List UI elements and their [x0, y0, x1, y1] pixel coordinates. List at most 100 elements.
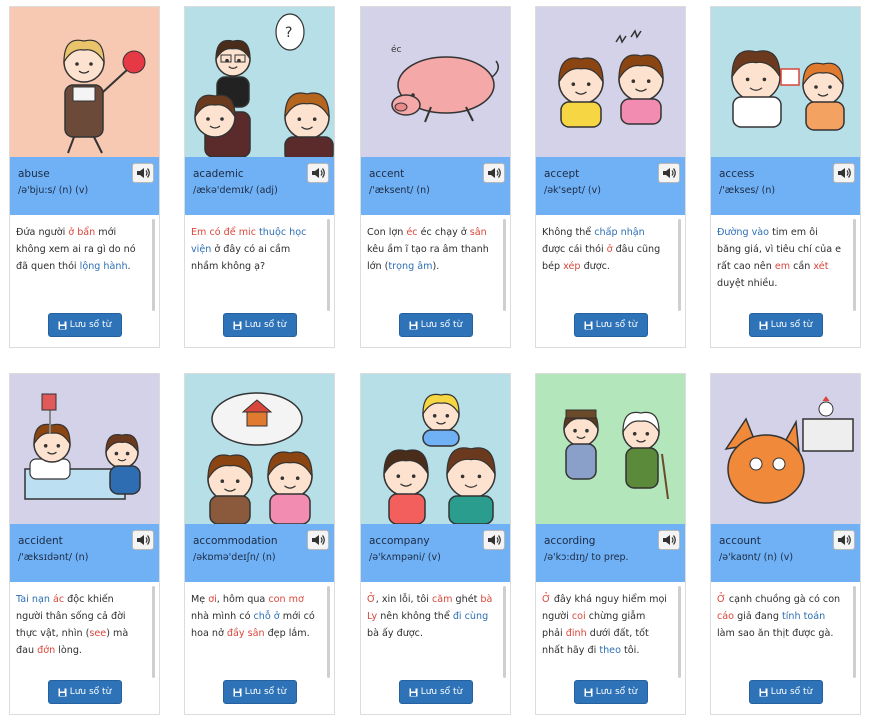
highlighted-word: see [89, 628, 107, 639]
highlighted-word: Em có để mic [191, 227, 256, 238]
save-word-button[interactable]: Lưu sổ từ [47, 313, 122, 337]
svg-text:éc: éc [391, 44, 402, 55]
play-audio-button[interactable] [132, 163, 154, 183]
highlighted-word: Ở [717, 594, 726, 605]
play-audio-button[interactable] [658, 530, 680, 550]
sentence-text: lòng. [55, 645, 82, 656]
example-scrollbar[interactable] [678, 586, 681, 678]
sentence-text: được cái thói [542, 244, 607, 255]
illustration-image [711, 374, 860, 524]
save-word-button[interactable]: Lưu sổ từ [573, 680, 648, 704]
vocab-card-account: account/ə'kaʊnt/ (n) (v) Ở cạnh chuồng gà… [710, 373, 861, 715]
play-audio-button[interactable] [658, 163, 680, 183]
save-word-button[interactable]: Lưu sổ từ [222, 680, 297, 704]
sentence-text: duyệt nhiều. [717, 278, 778, 289]
example-scrollbar[interactable] [853, 586, 856, 678]
highlighted-word: đớn [37, 645, 56, 656]
floppy-disk-icon [233, 688, 242, 696]
floppy-disk-icon [409, 688, 418, 696]
vocab-card-academic: ? academic/ækə'demɪk/ (adj) Em có để mic t… [184, 6, 335, 348]
highlighted-word: đầy sân [226, 628, 265, 639]
play-audio-button[interactable] [483, 163, 505, 183]
sentence-text: éc chạy ở [417, 227, 470, 238]
sentence-text: nhà mình có [191, 611, 254, 622]
floppy-disk-icon [58, 321, 67, 329]
highlighted-word: sân [469, 227, 487, 238]
play-audio-button[interactable] [132, 530, 154, 550]
play-audio-button[interactable] [307, 163, 329, 183]
sentence-text: nên không thể [377, 611, 453, 622]
save-button-label: Lưu sổ từ [244, 320, 287, 330]
highlighted-word: đi cùng [452, 611, 489, 622]
word-header: academic/ækə'demɪk/ (adj) [185, 157, 334, 215]
sentence-text: ghét [452, 594, 481, 605]
highlighted-word: coi [571, 611, 586, 622]
highlighted-word: éc [406, 227, 418, 238]
volume-up-icon [137, 535, 150, 545]
play-audio-button[interactable] [483, 530, 505, 550]
example-sentence: Mẹ ơi, hôm qua con mơ nhà mình có chỗ ở … [185, 582, 334, 682]
word-header: accommodation/əkɒmə'deɪʃn/ (n) [185, 524, 334, 582]
example-sentence: Đứa người ở bẩn mới không xem ai ra gì d… [10, 215, 159, 315]
illustration-image [10, 374, 159, 524]
floppy-disk-icon [759, 688, 768, 696]
highlighted-word: ác [52, 594, 65, 605]
example-scrollbar[interactable] [678, 219, 681, 311]
save-word-button[interactable]: Lưu sổ từ [748, 680, 823, 704]
sentence-text: , hôm qua [216, 594, 269, 605]
phonetic-text: /ækə'demɪk/ (adj) [193, 185, 278, 196]
sentence-text: bà ấy được. [367, 628, 423, 639]
example-sentence: Tai nạn ác độc khiến người thân sống cả … [10, 582, 159, 682]
vocab-card-accommodation: accommodation/əkɒmə'deɪʃn/ (n) Mẹ ơi, hôm… [184, 373, 335, 715]
illustration-image [536, 7, 685, 157]
example-scrollbar[interactable] [152, 219, 155, 311]
floppy-disk-icon [233, 321, 242, 329]
highlighted-word: tính toán [781, 611, 826, 622]
word-header: according/ə'kɔ:dɪŋ/ to prep. [536, 524, 685, 582]
example-scrollbar[interactable] [853, 219, 856, 311]
floppy-disk-icon [58, 688, 67, 696]
example-sentence: Em có để mic thuộc học viện ở đây có ai … [185, 215, 334, 315]
save-word-button[interactable]: Lưu sổ từ [748, 313, 823, 337]
example-scrollbar[interactable] [503, 586, 506, 678]
save-word-button[interactable]: Lưu sổ từ [398, 680, 473, 704]
example-scrollbar[interactable] [327, 219, 330, 311]
play-audio-button[interactable] [307, 530, 329, 550]
sentence-text: Đứa người [16, 227, 69, 238]
highlighted-word: chấp nhận [594, 227, 645, 238]
word-header: accompany/ə'kʌmpəni/ (v) [361, 524, 510, 582]
volume-up-icon [312, 535, 325, 545]
vocab-card-accept: accept/ək'sept/ (v) Không thể chấp nhận đ… [535, 6, 686, 348]
illustration-image [10, 7, 159, 157]
highlighted-word: căm [431, 594, 453, 605]
highlighted-word: Đường vào [717, 227, 770, 238]
example-scrollbar[interactable] [152, 586, 155, 678]
example-scrollbar[interactable] [327, 586, 330, 678]
play-audio-button[interactable] [833, 530, 855, 550]
phonetic-text: /'æksɪdənt/ (n) [18, 552, 89, 563]
volume-up-icon [838, 535, 851, 545]
phonetic-text: /'æksent/ (n) [369, 185, 430, 196]
highlighted-word: con mơ [268, 594, 304, 605]
word-header: accident/'æksɪdənt/ (n) [10, 524, 159, 582]
save-word-button[interactable]: Lưu sổ từ [222, 313, 297, 337]
play-audio-button[interactable] [833, 163, 855, 183]
save-word-button[interactable]: Lưu sổ từ [573, 313, 648, 337]
sentence-text: . [127, 261, 131, 272]
vocab-card-accent: éc accent/'æksent/ (n) Con lợn éc éc chạy … [360, 6, 511, 348]
save-button-label: Lưu sổ từ [770, 320, 813, 330]
example-scrollbar[interactable] [503, 219, 506, 311]
save-word-button[interactable]: Lưu sổ từ [398, 313, 473, 337]
save-word-button[interactable]: Lưu sổ từ [47, 680, 122, 704]
save-button-label: Lưu sổ từ [420, 320, 463, 330]
volume-up-icon [137, 168, 150, 178]
volume-up-icon [663, 168, 676, 178]
floppy-disk-icon [584, 688, 593, 696]
example-sentence: Ở, xin lỗi, tôi căm ghét bà Ly nên không… [361, 582, 510, 682]
highlighted-word: cáo [717, 611, 735, 622]
highlighted-word: ở bẩn [68, 227, 96, 238]
vocab-card-accident: accident/'æksɪdənt/ (n) Tai nạn ác độc kh… [9, 373, 160, 715]
illustration-image [361, 374, 510, 524]
sentence-text: làm sao ăn thịt được gà. [717, 628, 834, 639]
sentence-text: cần [790, 261, 814, 272]
